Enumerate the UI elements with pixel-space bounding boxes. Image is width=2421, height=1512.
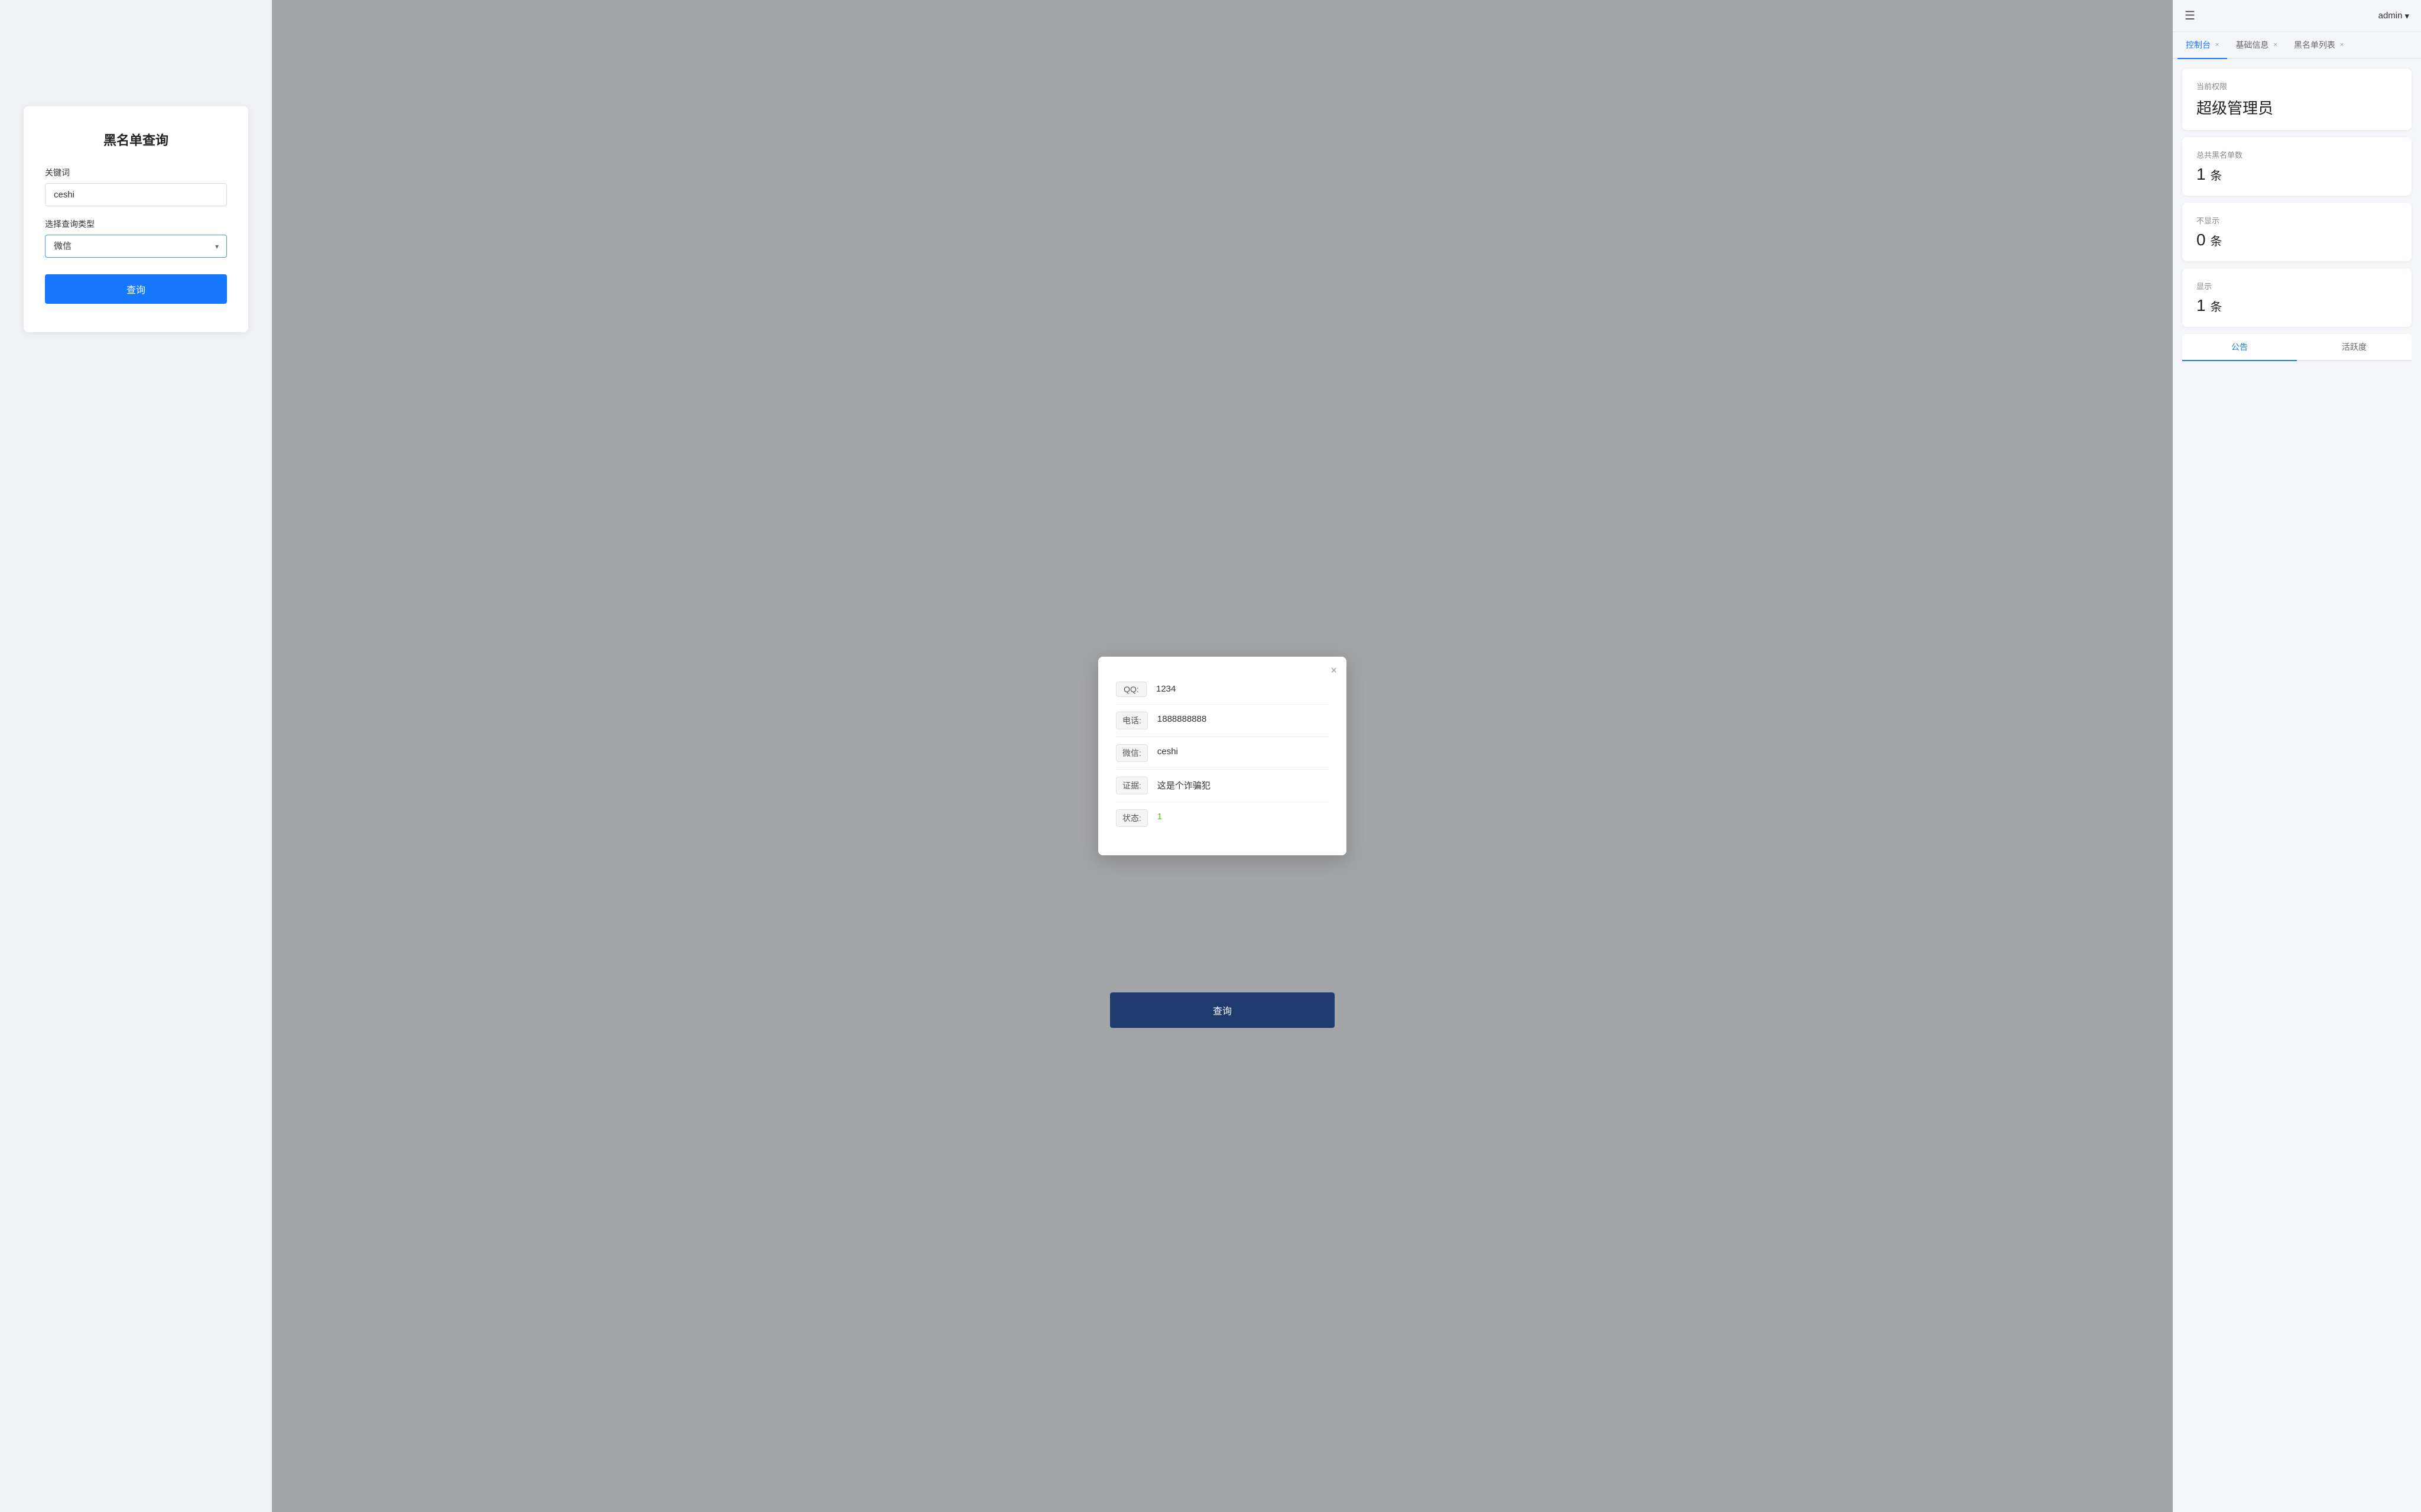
stat-value-permission: 超级管理员 <box>2196 96 2397 118</box>
bottom-tab-announcement[interactable]: 公告 <box>2182 334 2297 361</box>
modal-row-evidence: 证据: 这是个诈骗犯 <box>1116 770 1329 802</box>
type-label: 选择查询类型 <box>45 218 227 230</box>
stat-card-permission: 当前权限 超级管理员 <box>2182 69 2412 130</box>
tabs-bar: 控制台 × 基础信息 × 黑名单列表 × <box>2173 32 2421 59</box>
stat-label-visible: 显示 <box>2196 280 2397 291</box>
stat-label-hidden: 不显示 <box>2196 215 2397 226</box>
right-content: 当前权限 超级管理员 总共黑名单数 1 条 不显示 0 条 显示 1 条 公告 … <box>2173 59 2421 1512</box>
tab-dashboard[interactable]: 控制台 × <box>2177 32 2227 59</box>
modal-row-phone: 电话: 1888888888 <box>1116 705 1329 737</box>
modal-label-wechat: 微信: <box>1116 744 1148 762</box>
tab-basic-info[interactable]: 基础信息 × <box>2227 32 2285 59</box>
tab-dashboard-label: 控制台 <box>2186 39 2211 51</box>
topbar: ☰ admin ▾ <box>2173 0 2421 32</box>
stat-value-hidden: 0 条 <box>2196 231 2397 249</box>
type-select[interactable]: QQ 电话 微信 证据 <box>45 235 227 258</box>
tab-basic-info-close[interactable]: × <box>2273 41 2277 48</box>
keyword-label: 关键词 <box>45 167 227 179</box>
result-modal: × QQ: 1234 电话: 1888888888 微信: ceshi 证据: … <box>1098 657 1346 855</box>
modal-row-wechat: 微信: ceshi <box>1116 737 1329 770</box>
bottom-tab-activity[interactable]: 活跃度 <box>2297 334 2412 361</box>
tab-blacklist-label: 黑名单列表 <box>2294 39 2335 51</box>
middle-query-button[interactable]: 查询 <box>1110 992 1335 1028</box>
modal-row-status: 状态: 1 <box>1116 802 1329 834</box>
modal-value-qq: 1234 <box>1156 682 1176 694</box>
stat-label-total: 总共黑名单数 <box>2196 149 2397 160</box>
right-panel: ☰ admin ▾ 控制台 × 基础信息 × 黑名单列表 × 当前权限 超级管理… <box>2173 0 2421 1512</box>
modal-value-phone: 1888888888 <box>1157 712 1206 724</box>
stat-value-visible: 1 条 <box>2196 296 2397 315</box>
modal-close-button[interactable]: × <box>1330 665 1337 676</box>
modal-label-phone: 电话: <box>1116 712 1148 729</box>
query-card: 黑名单查询 关键词 选择查询类型 QQ 电话 微信 证据 ▾ 查询 <box>24 106 248 332</box>
left-query-button[interactable]: 查询 <box>45 274 227 304</box>
admin-dropdown[interactable]: admin ▾ <box>2378 11 2409 21</box>
tab-basic-info-label: 基础信息 <box>2235 39 2269 51</box>
tab-blacklist-close[interactable]: × <box>2340 41 2344 48</box>
admin-label: admin <box>2378 11 2403 21</box>
tab-blacklist[interactable]: 黑名单列表 × <box>2286 32 2352 59</box>
stat-label-permission: 当前权限 <box>2196 80 2397 92</box>
tab-dashboard-close[interactable]: × <box>2215 41 2219 48</box>
type-select-wrapper: QQ 电话 微信 证据 ▾ <box>45 235 227 258</box>
left-panel: 黑名单查询 关键词 选择查询类型 QQ 电话 微信 证据 ▾ 查询 <box>0 0 272 1512</box>
stat-card-total: 总共黑名单数 1 条 <box>2182 137 2412 196</box>
query-card-title: 黑名单查询 <box>45 130 227 149</box>
modal-value-evidence: 这是个诈骗犯 <box>1157 777 1210 791</box>
stat-card-hidden: 不显示 0 条 <box>2182 203 2412 261</box>
stat-value-total: 1 条 <box>2196 165 2397 184</box>
keyword-input[interactable] <box>45 183 227 206</box>
modal-label-status: 状态: <box>1116 809 1148 827</box>
modal-value-status: 1 <box>1157 809 1162 822</box>
bottom-tabs: 公告 活跃度 <box>2182 334 2412 361</box>
modal-label-qq: QQ: <box>1116 682 1147 697</box>
modal-value-wechat: ceshi <box>1157 744 1178 757</box>
stat-card-visible: 显示 1 条 <box>2182 268 2412 327</box>
menu-icon[interactable]: ☰ <box>2185 8 2195 23</box>
middle-panel: × QQ: 1234 电话: 1888888888 微信: ceshi 证据: … <box>272 0 2173 1512</box>
modal-row-qq: QQ: 1234 <box>1116 674 1329 705</box>
chevron-down-icon: ▾ <box>2404 11 2409 21</box>
modal-label-evidence: 证据: <box>1116 777 1148 794</box>
modal-overlay: × QQ: 1234 电话: 1888888888 微信: ceshi 证据: … <box>272 0 2173 1512</box>
